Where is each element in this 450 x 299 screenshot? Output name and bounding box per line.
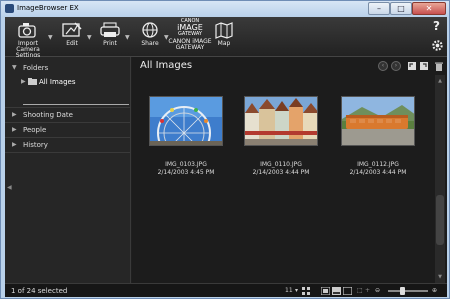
next-icon[interactable]: ›	[391, 61, 401, 71]
scroll-thumb[interactable]	[436, 195, 444, 245]
print-button[interactable]: Print	[94, 21, 126, 55]
fit-icon[interactable]: ⬚	[357, 287, 363, 295]
share-label: Share	[141, 40, 159, 47]
zoom-out-icon[interactable]: ⊖	[375, 287, 380, 295]
filename: IMG_0112.JPG	[357, 161, 399, 168]
map-label: Map	[217, 40, 231, 47]
people-section-header[interactable]: ▶ People	[5, 123, 131, 137]
all-images-label: All Images	[39, 78, 76, 86]
thumbnail-caption: IMG_0103.JPG 2/14/2003 4:45 PM	[136, 161, 236, 177]
edit-label: Edit	[66, 40, 78, 47]
zoom-slider[interactable]	[388, 287, 428, 295]
expand-right-icon: ▶	[12, 111, 17, 118]
expand-right-icon: ▶	[21, 78, 26, 85]
print-dropdown-icon[interactable]: ▼	[125, 34, 130, 41]
expand-right-icon: ▶	[12, 126, 17, 133]
folder-icon	[28, 78, 37, 85]
shooting-date-label: Shooting Date	[23, 111, 73, 119]
thumbnail-ferris-wheel[interactable]	[149, 96, 223, 146]
folders-label: Folders	[23, 64, 49, 72]
edit-button[interactable]: Edit	[57, 21, 87, 55]
expand-down-icon: ▼	[12, 64, 17, 71]
trash-icon[interactable]	[434, 61, 444, 71]
ferris-wheel-image	[150, 97, 222, 145]
map-icon	[215, 22, 233, 39]
import-dropdown-icon[interactable]: ▼	[48, 34, 53, 41]
view-size-value[interactable]: 11	[285, 287, 293, 295]
date: 2/14/2003 4:45 PM	[157, 169, 215, 176]
content-header: All Images ‹ ›	[132, 57, 447, 75]
date: 2/14/2003 4:44 PM	[349, 169, 407, 176]
map-button[interactable]: Map	[213, 21, 235, 55]
page-title: All Images	[140, 60, 193, 71]
divider	[5, 152, 131, 153]
scroll-down-icon[interactable]: ▼	[436, 273, 444, 281]
date: 2/14/2003 4:44 PM	[252, 169, 310, 176]
collapse-panel-icon[interactable]: ◀	[7, 184, 12, 191]
thumbnail-houses[interactable]	[244, 96, 318, 146]
print-label: Print	[103, 40, 117, 47]
thumbnail-caption: IMG_0112.JPG 2/14/2003 4:44 PM	[328, 161, 428, 177]
houses-image	[245, 97, 317, 145]
thumbnail-caption: IMG_0110.JPG 2/14/2003 4:44 PM	[231, 161, 331, 177]
app-window: ImageBrowser EX – □ ✕ Import Camera Sett…	[0, 0, 450, 299]
previous-icon[interactable]: ‹	[378, 61, 388, 71]
grid-view-icon[interactable]	[302, 287, 310, 295]
globe-icon	[142, 22, 158, 38]
import-camera-settings-button[interactable]: Import Camera Settings	[7, 21, 49, 59]
shooting-date-section-header[interactable]: ▶ Shooting Date	[5, 108, 131, 122]
train-image	[342, 97, 414, 145]
minimize-button[interactable]: –	[368, 2, 390, 15]
history-section-header[interactable]: ▶ History	[5, 138, 131, 152]
toolbar: Import Camera Settings ▼ Edit ▼ Print ▼ …	[5, 17, 447, 59]
preview-view-icon[interactable]	[332, 287, 341, 295]
share-button[interactable]: Share	[135, 21, 165, 55]
gateway-logo-line3: GATEWAY	[178, 31, 202, 37]
maximize-button[interactable]: □	[390, 2, 412, 15]
filename: IMG_0103.JPG	[165, 161, 207, 168]
app-client: Import Camera Settings ▼ Edit ▼ Print ▼ …	[5, 17, 447, 297]
window-title: ImageBrowser EX	[17, 4, 79, 12]
rotate-right-icon[interactable]	[419, 61, 429, 71]
edit-dropdown-icon[interactable]: ▼	[87, 34, 92, 41]
history-label: History	[23, 141, 48, 149]
selection-count: 1 of 24 selected	[11, 287, 68, 295]
canon-image-gateway-button[interactable]: CANON iMAGE GATEWAY CANON iMAGE GATEWAY	[168, 19, 212, 53]
folders-section-header[interactable]: ▼ Folders	[5, 61, 131, 75]
selection-underline	[23, 104, 129, 105]
fullscreen-icon[interactable]	[343, 287, 352, 295]
filename: IMG_0110.JPG	[260, 161, 302, 168]
title-bar[interactable]: ImageBrowser EX – □ ✕	[1, 1, 449, 17]
close-button[interactable]: ✕	[412, 2, 446, 15]
camera-icon	[18, 23, 36, 38]
navigation-panel: ▼ Folders ▶ All Images ▶ Shooting Date ▶	[5, 57, 131, 283]
vertical-scrollbar[interactable]: ▲ ▼	[435, 75, 445, 283]
expand-right-icon: ▶	[12, 141, 17, 148]
image-browser-area: All Images ‹ › IMG_0103.JPG 2/14/2003 4:…	[132, 57, 447, 283]
sort-dropdown-icon[interactable]: ▾	[295, 287, 298, 295]
status-bar: 1 of 24 selected 11 ▾ ⬚ + ⊖ ⊕	[5, 283, 447, 297]
rotate-left-icon[interactable]	[407, 61, 417, 71]
gear-icon[interactable]	[431, 39, 444, 52]
printer-icon	[100, 22, 120, 37]
help-icon[interactable]: ?	[433, 19, 440, 33]
zoom-reset-icon[interactable]: +	[365, 287, 370, 295]
thumbnail-train[interactable]	[341, 96, 415, 146]
app-icon	[5, 4, 14, 13]
gateway-label-line2: GATEWAY	[175, 44, 205, 51]
people-label: People	[23, 126, 47, 134]
gateway-logo: CANON iMAGE GATEWAY	[168, 19, 212, 37]
zoom-slider-knob[interactable]	[400, 287, 405, 295]
all-images-item[interactable]: ▶ All Images	[5, 75, 131, 89]
scroll-up-icon[interactable]: ▲	[436, 77, 444, 85]
edit-icon	[62, 22, 82, 37]
list-view-icon[interactable]	[321, 287, 330, 295]
zoom-in-icon[interactable]: ⊕	[432, 287, 437, 295]
